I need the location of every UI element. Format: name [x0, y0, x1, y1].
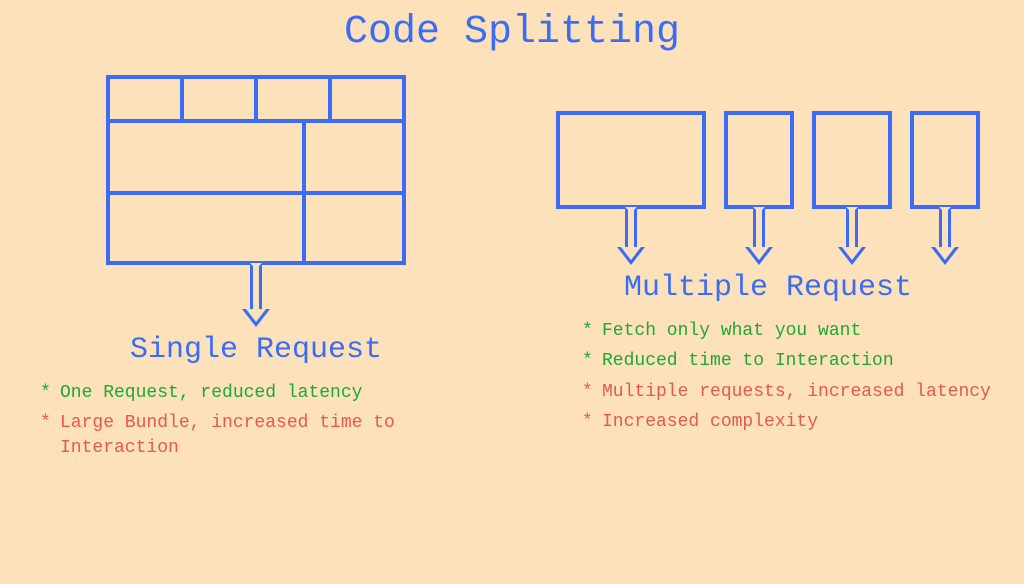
bundle-box — [106, 75, 406, 265]
split-chunk — [556, 111, 706, 265]
split-chunk — [724, 111, 794, 265]
bundle-cell — [110, 79, 184, 119]
bundle-cell — [110, 195, 306, 261]
bundle-cell — [110, 123, 306, 191]
down-arrow-icon — [616, 209, 646, 265]
bullet-text: Increased complexity — [602, 410, 991, 434]
bundle-cell — [258, 79, 332, 119]
down-arrow-icon — [837, 209, 867, 265]
bullet-text: One Request, reduced latency — [60, 381, 482, 405]
multiple-request-column: Multiple Request *Fetch only what you wa… — [512, 75, 1024, 466]
split-boxes-row — [512, 75, 1024, 265]
bullet-text: Large Bundle, increased time to Interact… — [60, 411, 482, 460]
down-arrow-icon — [744, 209, 774, 265]
single-request-column: Single Request *One Request, reduced lat… — [0, 75, 512, 466]
chunk-box — [812, 111, 892, 209]
bullet-con: *Large Bundle, increased time to Interac… — [40, 411, 482, 460]
single-request-subtitle: Single Request — [130, 333, 382, 367]
bundle-row-top — [110, 79, 402, 123]
bullet-con: *Increased complexity — [582, 410, 991, 434]
bullet-con: *Multiple requests, increased latency — [582, 380, 991, 404]
bundle-cell — [306, 123, 402, 191]
page-title: Code Splitting — [0, 0, 1024, 55]
bullet-pro: *Fetch only what you want — [582, 319, 991, 343]
chunk-box — [724, 111, 794, 209]
multiple-request-subtitle: Multiple Request — [624, 271, 912, 305]
chunk-box — [556, 111, 706, 209]
bundle-cell — [184, 79, 258, 119]
bullet-pro: *Reduced time to Interaction — [582, 349, 991, 373]
bundle-row-bot — [110, 195, 402, 261]
bullet-text: Multiple requests, increased latency — [602, 380, 991, 404]
diagram-columns: Single Request *One Request, reduced lat… — [0, 75, 1024, 466]
split-chunk — [910, 111, 980, 265]
bullet-pro: *One Request, reduced latency — [40, 381, 482, 405]
single-request-bullets: *One Request, reduced latency *Large Bun… — [0, 381, 512, 466]
bullet-text: Fetch only what you want — [602, 319, 991, 343]
down-arrow-icon — [241, 265, 271, 327]
bundle-cell — [332, 79, 402, 119]
bullet-text: Reduced time to Interaction — [602, 349, 991, 373]
multiple-request-bullets: *Fetch only what you want *Reduced time … — [512, 319, 1021, 440]
down-arrow-icon — [930, 209, 960, 265]
chunk-box — [910, 111, 980, 209]
split-chunk — [812, 111, 892, 265]
bundle-row-mid — [110, 123, 402, 195]
bundle-cell — [306, 195, 402, 261]
